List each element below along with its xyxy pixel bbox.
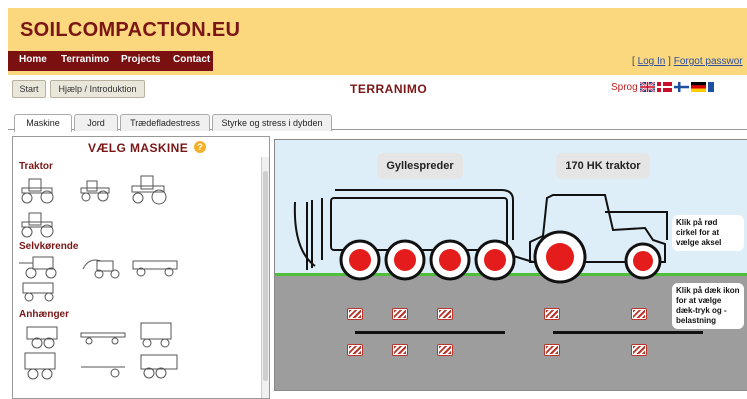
harvester-icon-2[interactable] [79, 255, 127, 279]
tire-icon[interactable] [631, 308, 647, 320]
nav-projects[interactable]: Projects [121, 54, 160, 65]
main-nav: Home Terranimo Projects Contact [8, 51, 213, 71]
help-icon[interactable]: ? [194, 141, 206, 153]
tab-strip [8, 111, 747, 130]
tab-traedefladestress[interactable]: Trædefladestress [120, 114, 210, 131]
flag-uk[interactable] [640, 82, 655, 92]
harvester-icon-3[interactable] [131, 257, 179, 277]
panel-scrollbar-thumb[interactable] [263, 171, 268, 381]
trailer-icon-1[interactable] [19, 323, 63, 349]
harvester-icon-1[interactable] [19, 255, 69, 279]
panel-title: VÆLG MASKINE [88, 141, 189, 155]
trailer-icon-3[interactable] [131, 321, 175, 349]
nav-contact[interactable]: Contact [173, 54, 210, 65]
tire-icon[interactable] [392, 308, 408, 320]
tire-icon[interactable] [437, 308, 453, 320]
trailer-icon-6[interactable] [131, 351, 181, 381]
tire-icon[interactable] [347, 344, 363, 356]
tire-icon[interactable] [544, 308, 560, 320]
flag-germany[interactable] [691, 82, 706, 92]
machine-selector-panel: VÆLG MASKINE ? Traktor Selvkørende Anhæn… [12, 136, 270, 399]
tire-icon[interactable] [347, 308, 363, 320]
logo-main: SOILCOMPACTION [20, 19, 207, 41]
axle-bar-left [355, 331, 505, 334]
harvester-icon-4[interactable] [19, 281, 59, 303]
tab-maskine[interactable]: Maskine [14, 114, 72, 132]
tire-icon[interactable] [631, 344, 647, 356]
flag-denmark[interactable] [657, 82, 672, 92]
flag-france[interactable] [708, 82, 714, 92]
help-intro-button[interactable]: Hjælp / Introduktion [50, 80, 145, 98]
category-anhaenger: Anhænger [19, 309, 69, 320]
trailer-icon-5[interactable] [79, 359, 127, 379]
axle-wheel-1 [349, 249, 371, 271]
tractor-icon-1[interactable] [19, 175, 59, 205]
nav-home[interactable]: Home [19, 54, 47, 65]
bracket-close: ] [668, 56, 671, 67]
tractor-icon-3[interactable] [129, 173, 171, 205]
axle-wheel-5 [546, 243, 574, 271]
category-selvkoerende: Selvkørende [19, 241, 79, 252]
bracket-open: [ [632, 56, 635, 67]
tire-icon[interactable] [544, 344, 560, 356]
machine-scene: Gyllespreder 170 HK traktor Klik på rød … [274, 139, 747, 391]
category-traktor: Traktor [19, 161, 53, 172]
trailer-icon-4[interactable] [19, 351, 63, 381]
wheels-layer[interactable] [275, 140, 747, 390]
axle-bar-right [553, 331, 703, 334]
tab-jord[interactable]: Jord [74, 114, 118, 131]
tractor-icon-4[interactable] [19, 209, 59, 239]
forgot-password-link[interactable]: Forgot passwor [674, 56, 743, 67]
tire-icon[interactable] [392, 344, 408, 356]
axle-wheel-3 [439, 249, 461, 271]
tab-styrke-stress[interactable]: Styrke og stress i dybden [212, 114, 332, 131]
auth-links: [ Log In ] Forgot passwor [632, 56, 743, 67]
nav-terranimo[interactable]: Terranimo [61, 54, 109, 65]
axle-wheel-2 [394, 249, 416, 271]
logo-suffix: .EU [206, 19, 241, 41]
language-label: Sprog [611, 82, 638, 93]
page-title: TERRANIMO [350, 82, 428, 96]
start-button[interactable]: Start [12, 80, 46, 98]
tractor-icon-2[interactable] [79, 177, 115, 203]
tire-icon[interactable] [437, 344, 453, 356]
login-link[interactable]: Log In [638, 56, 666, 67]
hint-axle: Klik på rød cirkel for at vælge aksel [672, 215, 744, 251]
trailer-icon-2[interactable] [79, 329, 127, 347]
axle-wheel-4 [484, 249, 506, 271]
axle-wheel-6 [633, 251, 653, 271]
hint-tire: Klik på dæk ikon for at vælge dæk-tryk o… [672, 283, 744, 329]
flag-finland[interactable] [674, 82, 689, 92]
site-logo[interactable]: SOILCOMPACTION.EU [20, 19, 240, 42]
